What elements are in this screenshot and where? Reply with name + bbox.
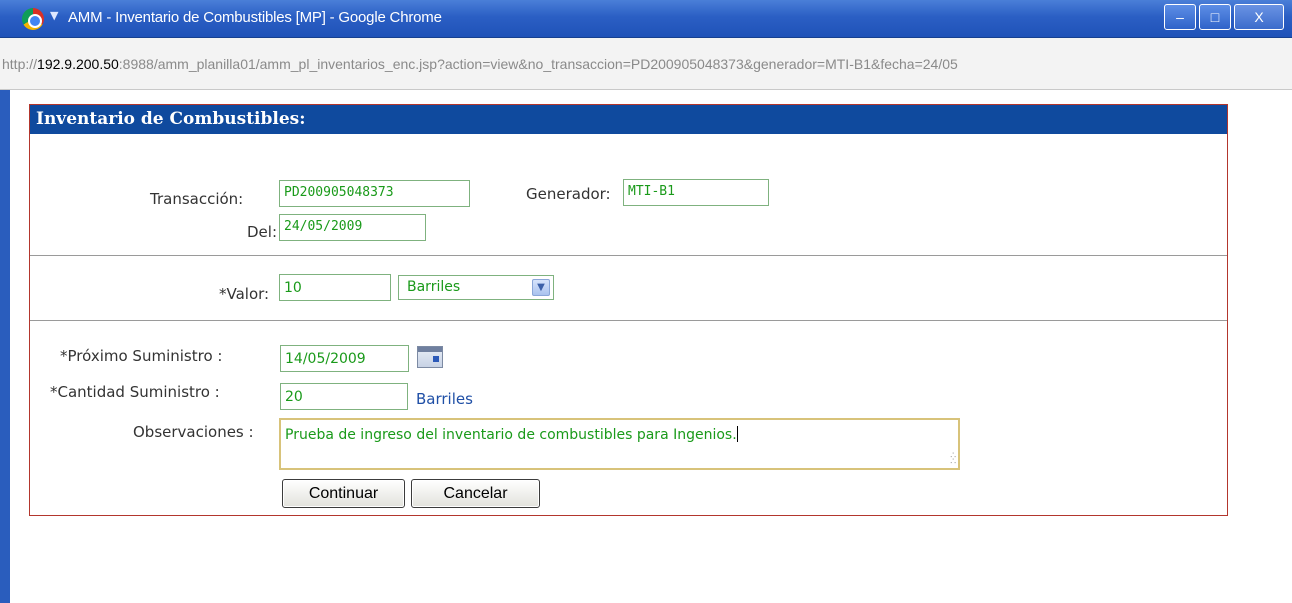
transaccion-label: Transacción: xyxy=(150,190,244,208)
valor-unit-selected: Barriles xyxy=(407,279,461,295)
observaciones-text: Prueba de ingreso del inventario de comb… xyxy=(285,427,737,443)
minimize-button[interactable]: – xyxy=(1164,4,1196,30)
del-field[interactable]: 24/05/2009 xyxy=(279,214,426,241)
proximo-suministro-label: *Próximo Suministro : xyxy=(60,347,223,365)
calendar-icon[interactable] xyxy=(417,346,443,368)
close-button[interactable]: X xyxy=(1234,4,1284,30)
transaccion-field[interactable]: PD200905048373 xyxy=(279,180,470,207)
generador-field[interactable]: MTI-B1 xyxy=(623,179,769,206)
chrome-logo-icon[interactable] xyxy=(22,8,44,30)
generador-label: Generador: xyxy=(526,185,611,203)
section-divider xyxy=(30,320,1227,321)
chevron-down-icon[interactable]: ▼ xyxy=(532,279,550,296)
valor-unit-select[interactable]: Barriles ▼ xyxy=(398,275,554,300)
url-text[interactable]: http://192.9.200.50:8988/amm_planilla01/… xyxy=(2,56,958,72)
url-path: :8988/amm_planilla01/amm_pl_inventarios_… xyxy=(118,56,958,72)
del-label: Del: xyxy=(247,223,277,241)
continuar-button[interactable]: Continuar xyxy=(282,479,405,508)
inventory-form-panel: Inventario de Combustibles: Transacción:… xyxy=(29,104,1228,516)
resize-grip-icon[interactable]: ∴ ∴ xyxy=(950,452,956,467)
text-cursor xyxy=(736,426,738,442)
url-host: 192.9.200.50 xyxy=(37,56,119,72)
valor-field[interactable]: 10 xyxy=(279,274,391,301)
window-menu-caret-icon[interactable]: ▼ xyxy=(50,9,58,22)
frame-edge xyxy=(0,90,10,603)
maximize-button[interactable]: □ xyxy=(1199,4,1231,30)
cantidad-unit-label: Barriles xyxy=(416,390,473,408)
cantidad-suministro-field[interactable]: 20 xyxy=(280,383,408,410)
valor-label: *Valor: xyxy=(219,285,270,303)
window-titlebar: ▼ AMM - Inventario de Combustibles [MP] … xyxy=(0,0,1292,38)
window-title: AMM - Inventario de Combustibles [MP] - … xyxy=(68,9,442,26)
cantidad-suministro-label: *Cantidad Suministro : xyxy=(50,383,220,401)
address-bar[interactable]: http://192.9.200.50:8988/amm_planilla01/… xyxy=(0,38,1292,90)
section-divider xyxy=(30,255,1227,256)
url-scheme: http:// xyxy=(2,56,38,72)
proximo-suministro-field[interactable]: 14/05/2009 xyxy=(280,345,409,372)
observaciones-textarea[interactable]: Prueba de ingreso del inventario de comb… xyxy=(279,418,960,470)
observaciones-label: Observaciones : xyxy=(133,423,254,441)
panel-title: Inventario de Combustibles: xyxy=(30,105,1227,134)
cancelar-button[interactable]: Cancelar xyxy=(411,479,540,508)
